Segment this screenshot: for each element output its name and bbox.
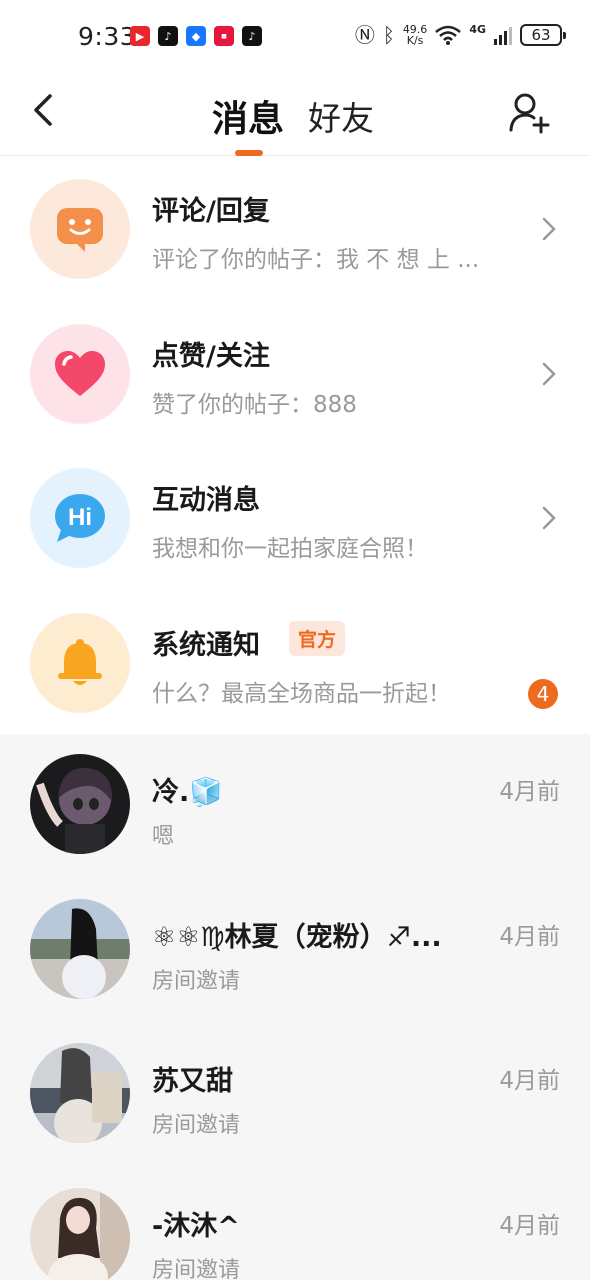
- wifi-icon: [435, 25, 462, 45]
- add-friend-icon[interactable]: [508, 90, 552, 134]
- conversation-name: 苏又甜: [152, 1066, 233, 1097]
- net-speed: 49.6 K/s: [402, 23, 428, 47]
- category-title: 系统通知: [152, 629, 260, 661]
- conversation-last-message: 嗯: [152, 824, 175, 849]
- chevron-right-icon: [542, 506, 556, 530]
- red-app-icon: ■: [214, 26, 234, 46]
- chevron-right-icon: [542, 362, 556, 385]
- conversation-last-message: 房间邀请: [152, 1113, 241, 1138]
- conversation-last-message: 房间邀请: [152, 968, 241, 994]
- blue-app-icon: ◆: [186, 26, 206, 46]
- interaction-icon-circle: Hi: [30, 468, 130, 568]
- tab-friends[interactable]: 好友: [308, 92, 374, 140]
- conversation-list: 冷.🧊 4月前 嗯 ⚛⚛♍林夏（宠粉）♐... 4月前 房间邀请 苏又甜 4月前…: [0, 734, 590, 1280]
- avatar: [30, 898, 130, 999]
- notification-icons: ▶ ♪ ◆ ■ ♪: [130, 26, 262, 46]
- chevron-right-icon: [542, 217, 556, 241]
- svg-text:Hi: Hi: [68, 504, 92, 531]
- tiktok-icon: ♪: [242, 26, 262, 46]
- conversation-last-message: 房间邀请: [152, 1257, 241, 1280]
- heart-icon: [55, 350, 105, 396]
- bell-icon: [58, 638, 102, 685]
- tiktok-icon: ♪: [158, 26, 178, 46]
- category-interactions[interactable]: Hi 互动消息 我想和你一起拍家庭合照！: [0, 446, 590, 591]
- tab-messages[interactable]: 消息: [212, 90, 284, 142]
- avatar: [30, 754, 130, 854]
- active-tab-indicator: [235, 150, 263, 156]
- message-categories: 评论/回复 评论了你的帖子：我 不 想 上 ... 点赞/关注 赞了你的帖子：8…: [0, 157, 590, 735]
- comment-bubble-icon: [57, 208, 103, 252]
- avatar: [30, 1043, 130, 1143]
- network-type: 4G: [469, 22, 486, 36]
- status-indicators: Ⓝ ᛒ 49.6 K/s 4G 63: [354, 22, 566, 47]
- category-subtitle: 评论了你的帖子：我 不 想 上 ...: [152, 247, 480, 273]
- conversation-name: -沐沐^: [152, 1210, 240, 1242]
- conversation-time: 4月前: [499, 779, 560, 805]
- conversation-time: 4月前: [499, 1212, 560, 1239]
- like-icon-circle: [30, 323, 130, 424]
- avatar: [30, 1187, 130, 1280]
- conversation-name: 冷.🧊: [152, 777, 223, 808]
- category-subtitle: 什么？最高全场商品一折起！: [152, 680, 451, 707]
- battery-icon: 63: [520, 24, 566, 46]
- category-system[interactable]: 系统通知 官方 什么？最高全场商品一折起！ 4: [0, 591, 590, 736]
- hi-bubble-icon: Hi: [55, 494, 105, 542]
- conversation-item[interactable]: ⚛⚛♍林夏（宠粉）♐... 4月前 房间邀请: [0, 879, 590, 1024]
- header: 消息 好友: [0, 76, 590, 156]
- unread-count-badge: 4: [528, 678, 558, 709]
- category-subtitle: 赞了你的帖子：888: [152, 391, 357, 418]
- category-title: 点赞/关注: [152, 340, 270, 372]
- category-comments[interactable]: 评论/回复 评论了你的帖子：我 不 想 上 ...: [0, 157, 590, 302]
- comment-icon-circle: [30, 179, 130, 279]
- conversation-item[interactable]: 苏又甜 4月前 房间邀请: [0, 1023, 590, 1168]
- category-title: 互动消息: [152, 485, 260, 516]
- conversation-name: ⚛⚛♍林夏（宠粉）♐...: [152, 921, 442, 953]
- back-icon[interactable]: [26, 90, 66, 130]
- video-app-icon: ▶: [130, 26, 150, 46]
- status-time: 9:33: [78, 22, 137, 51]
- official-tag: 官方: [289, 620, 346, 656]
- status-bar: 9:33 ▶ ♪ ◆ ■ ♪ Ⓝ ᛒ 49.6 K/s 4G 63: [0, 0, 590, 76]
- signal-icon: [494, 25, 512, 45]
- category-title: 评论/回复: [152, 196, 270, 227]
- nfc-icon: Ⓝ: [354, 23, 375, 47]
- bluetooth-icon: ᛒ: [382, 23, 395, 47]
- conversation-time: 4月前: [499, 1068, 560, 1094]
- conversation-item[interactable]: -沐沐^ 4月前 房间邀请: [0, 1168, 590, 1280]
- system-icon-circle: [30, 612, 130, 713]
- category-subtitle: 我想和你一起拍家庭合照！: [152, 536, 428, 562]
- conversation-time: 4月前: [499, 923, 560, 950]
- conversation-item[interactable]: 冷.🧊 4月前 嗯: [0, 734, 590, 879]
- category-likes[interactable]: 点赞/关注 赞了你的帖子：888: [0, 302, 590, 447]
